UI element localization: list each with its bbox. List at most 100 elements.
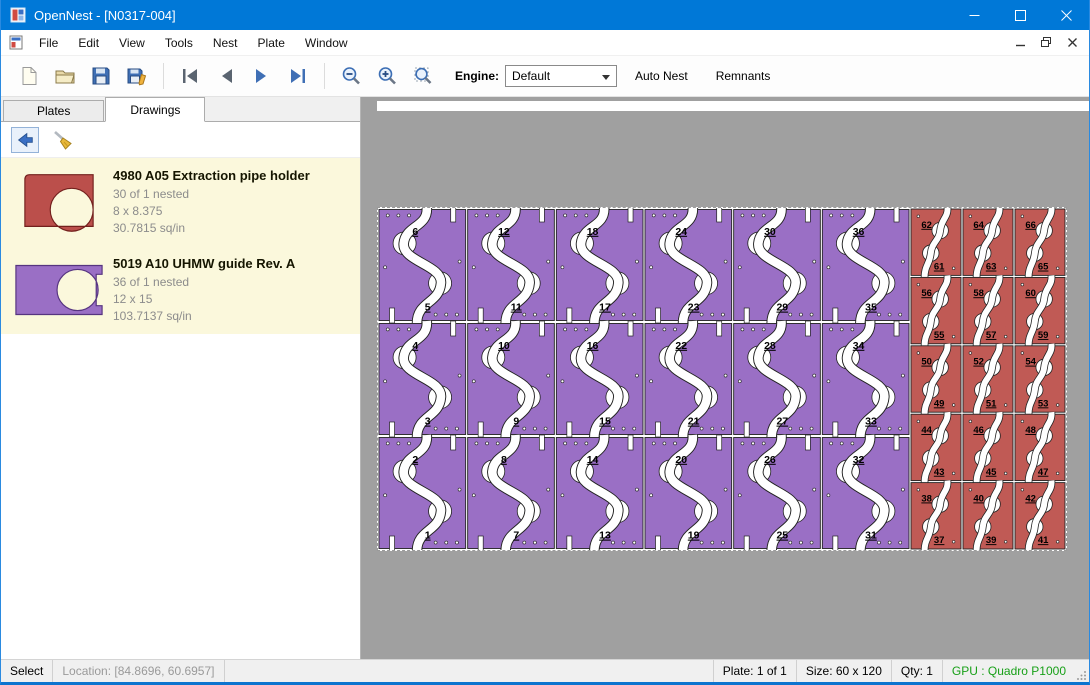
zoom-in-icon[interactable] <box>369 60 405 92</box>
titlebar[interactable]: OpenNest - [N0317-004] <box>1 0 1089 30</box>
part-number: 31 <box>865 530 877 542</box>
part-number: 63 <box>986 262 997 273</box>
save-as-icon[interactable] <box>119 60 155 92</box>
zoom-fit-icon[interactable] <box>405 60 441 92</box>
panel-tabstrip: Plates Drawings <box>1 97 360 122</box>
nest-cell[interactable]: 6059 <box>1015 275 1065 345</box>
canvas-top-strip <box>377 101 1089 111</box>
resize-grip[interactable] <box>1075 660 1089 682</box>
nest-cell[interactable]: 65 <box>379 208 466 323</box>
part-number: 25 <box>776 530 788 542</box>
maximize-icon[interactable] <box>997 0 1043 30</box>
new-file-icon[interactable] <box>11 60 47 92</box>
menu-file[interactable]: File <box>29 32 68 54</box>
nest-cell[interactable]: 4039 <box>963 481 1013 550</box>
nested-parts-drawing[interactable]: 6512111817242330293635431091615222128273… <box>378 208 1066 550</box>
nest-cell[interactable]: 109 <box>468 321 555 437</box>
nest-cell[interactable]: 2019 <box>645 435 732 550</box>
nest-cell[interactable]: 3837 <box>911 481 961 550</box>
menu-nest[interactable]: Nest <box>203 32 248 54</box>
tab-drawings[interactable]: Drawings <box>105 97 205 122</box>
part-number: 56 <box>921 288 932 299</box>
mdi-restore-icon[interactable] <box>1035 32 1057 52</box>
nest-cell[interactable]: 1817 <box>556 208 643 323</box>
plate[interactable]: 6512111817242330293635431091615222128273… <box>377 207 1067 551</box>
nest-cell[interactable]: 4645 <box>963 412 1013 482</box>
last-plate-icon[interactable] <box>280 60 316 92</box>
nest-cell[interactable]: 1413 <box>556 435 643 550</box>
engine-label: Engine: <box>455 69 499 83</box>
mdi-minimize-icon[interactable] <box>1009 32 1031 52</box>
part-number: 15 <box>599 416 611 428</box>
list-item-drawing-4980[interactable]: 4980 A05 Extraction pipe holder 30 of 1 … <box>1 158 360 246</box>
part-number: 19 <box>688 530 700 542</box>
nest-cell[interactable]: 3029 <box>734 208 821 323</box>
part-number: 65 <box>1038 262 1049 273</box>
document-icon[interactable] <box>9 35 23 50</box>
nest-cell[interactable]: 1615 <box>556 321 643 437</box>
part-number: 36 <box>853 226 865 238</box>
part-number: 52 <box>973 357 984 368</box>
open-folder-icon[interactable] <box>47 60 83 92</box>
nest-cell[interactable]: 4847 <box>1015 412 1065 482</box>
menu-view[interactable]: View <box>109 32 155 54</box>
nest-cell[interactable]: 5049 <box>911 344 961 414</box>
tab-plates[interactable]: Plates <box>3 100 104 121</box>
send-to-plate-button[interactable] <box>11 127 39 153</box>
app-icon <box>10 7 26 23</box>
nest-cell[interactable]: 3231 <box>822 435 909 550</box>
nest-cell[interactable]: 2827 <box>734 321 821 437</box>
first-plate-icon[interactable] <box>172 60 208 92</box>
nest-cell[interactable]: 6665 <box>1015 208 1065 277</box>
nest-cell[interactable]: 2625 <box>734 435 821 550</box>
menu-tools[interactable]: Tools <box>155 32 203 54</box>
nest-cell[interactable]: 5453 <box>1015 344 1065 414</box>
engine-select[interactable]: Default <box>505 65 617 87</box>
nest-cell[interactable]: 21 <box>379 435 466 550</box>
nest-cell[interactable]: 4241 <box>1015 481 1065 550</box>
menu-window[interactable]: Window <box>295 32 358 54</box>
zoom-out-icon[interactable] <box>333 60 369 92</box>
clear-nest-button[interactable] <box>49 127 77 153</box>
list-item-drawing-5019[interactable]: 5019 A10 UHMW guide Rev. A 36 of 1 neste… <box>1 246 360 334</box>
minimize-icon[interactable] <box>951 0 997 30</box>
menu-plate[interactable]: Plate <box>248 32 295 54</box>
nest-cell[interactable]: 5857 <box>963 275 1013 345</box>
nest-canvas[interactable]: 6512111817242330293635431091615222128273… <box>361 97 1089 659</box>
mdi-close-icon[interactable] <box>1061 32 1083 52</box>
menu-edit[interactable]: Edit <box>68 32 109 54</box>
part-number: 60 <box>1025 288 1036 299</box>
status-plate: Plate: 1 of 1 <box>713 660 796 682</box>
nest-cell[interactable]: 4443 <box>911 412 961 482</box>
nest-cell[interactable]: 1211 <box>468 208 555 323</box>
part-number: 46 <box>973 425 984 436</box>
nest-cell[interactable]: 6261 <box>911 208 961 277</box>
nest-cell[interactable]: 87 <box>468 435 555 550</box>
toolbar: Engine: Default Auto Nest Remnants <box>1 56 1089 97</box>
part-number: 33 <box>865 416 877 428</box>
nest-cell[interactable]: 2221 <box>645 321 732 437</box>
auto-nest-button[interactable]: Auto Nest <box>625 63 698 89</box>
save-icon[interactable] <box>83 60 119 92</box>
close-icon[interactable] <box>1043 0 1089 30</box>
part-number: 9 <box>513 416 519 428</box>
nest-cell[interactable]: 5251 <box>963 344 1013 414</box>
nest-cell[interactable]: 2423 <box>645 208 732 323</box>
window-title: OpenNest - [N0317-004] <box>34 8 176 23</box>
part-number: 39 <box>986 535 997 546</box>
part-number: 28 <box>764 340 776 352</box>
remnants-button[interactable]: Remnants <box>706 63 781 89</box>
nest-cell[interactable]: 43 <box>379 321 466 437</box>
nest-cell[interactable]: 34 33 <box>822 321 909 437</box>
next-plate-icon[interactable] <box>244 60 280 92</box>
nest-cell[interactable]: 6463 <box>963 208 1013 277</box>
drawing-size: 8 x 8.375 <box>113 203 352 220</box>
part-number: 34 <box>853 340 865 352</box>
nest-cell[interactable]: 5655 <box>911 275 961 345</box>
app-window: OpenNest - [N0317-004] File Edit View To… <box>0 0 1090 685</box>
engine-selected-value: Default <box>512 69 550 83</box>
nest-cell[interactable]: 3635 <box>822 208 909 323</box>
part-number: 42 <box>1025 493 1036 504</box>
previous-plate-icon[interactable] <box>208 60 244 92</box>
part-number: 30 <box>764 226 776 238</box>
